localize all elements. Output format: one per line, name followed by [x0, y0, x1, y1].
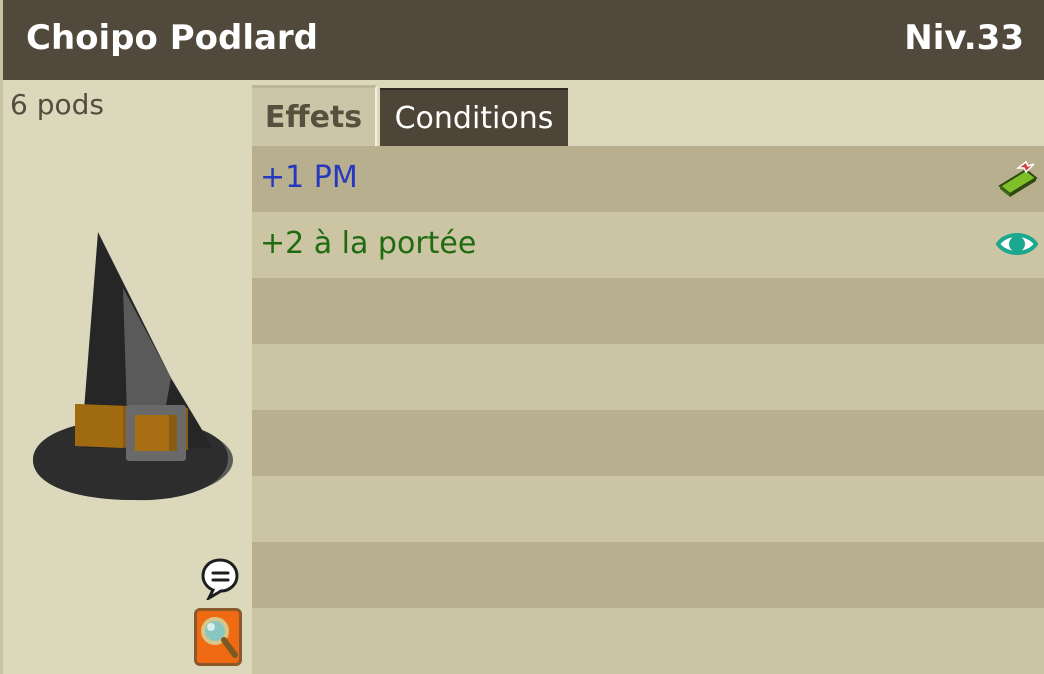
movement-points-icon [998, 160, 1038, 197]
item-level: Niv.33 [904, 18, 1024, 58]
witch-hat-item-icon [33, 232, 233, 501]
item-preview-panel: 6 pods [3, 80, 252, 674]
inspect-button[interactable] [194, 608, 242, 666]
item-weight: 6 pods [10, 88, 104, 121]
item-header: Choipo Podlard Niv.33 [3, 0, 1044, 80]
tab-effects[interactable]: Effets [252, 85, 377, 146]
effect-row: +1 PM [252, 146, 1044, 212]
speech-bubble-icon[interactable] [201, 558, 239, 600]
empty-row [252, 476, 1044, 542]
empty-row [252, 542, 1044, 608]
effect-text: +1 PM [260, 160, 358, 195]
empty-row [252, 608, 1044, 674]
effect-text: +2 à la portée [260, 226, 477, 261]
tab-bar: Effets Conditions [252, 80, 1044, 146]
eye-range-icon [996, 233, 1038, 255]
effect-row: +2 à la portée [252, 212, 1044, 278]
empty-row [252, 278, 1044, 344]
item-name: Choipo Podlard [26, 18, 319, 58]
tab-conditions[interactable]: Conditions [380, 88, 568, 146]
magnifier-icon [201, 617, 238, 658]
empty-row [252, 344, 1044, 410]
effects-list: +1 PM +2 à la portée [252, 146, 1044, 674]
empty-row [252, 410, 1044, 476]
